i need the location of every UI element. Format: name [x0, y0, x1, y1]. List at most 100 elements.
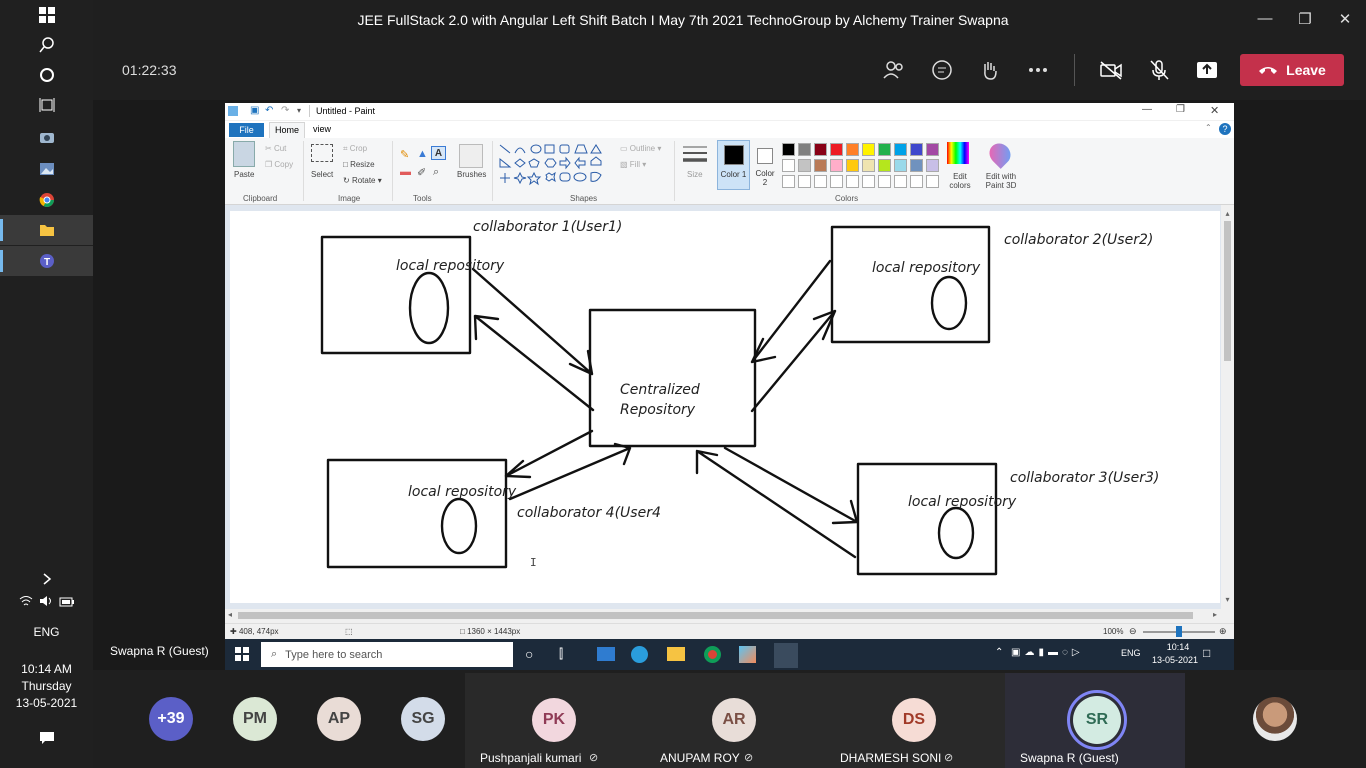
close-icon[interactable]: ✕: [1330, 10, 1360, 30]
overflow-participants-button[interactable]: +39: [149, 697, 193, 741]
undo-icon[interactable]: ↶: [265, 105, 273, 116]
palette-swatch[interactable]: [814, 143, 827, 156]
chrome-icon[interactable]: [0, 185, 93, 215]
palette-swatch[interactable]: [846, 143, 859, 156]
vertical-scroll-thumb[interactable]: [1224, 221, 1231, 361]
cut-button[interactable]: ✂ Cut: [265, 144, 286, 153]
cortana-icon[interactable]: [0, 60, 93, 90]
palette-swatch-empty[interactable]: [862, 175, 875, 188]
palette-swatch-empty[interactable]: [926, 175, 939, 188]
tab-view[interactable]: view: [313, 124, 331, 134]
minimize-icon[interactable]: —: [1250, 10, 1280, 30]
palette-swatch[interactable]: [798, 143, 811, 156]
remote-paint-icon[interactable]: [774, 643, 798, 668]
teams-icon[interactable]: T: [0, 246, 93, 276]
palette-swatch[interactable]: [894, 159, 907, 172]
language-indicator[interactable]: ENG: [0, 624, 93, 641]
palette-swatch[interactable]: [814, 159, 827, 172]
task-view-icon[interactable]: [0, 90, 93, 120]
share-icon[interactable]: [1193, 58, 1221, 82]
color-picker-icon[interactable]: ✐: [417, 166, 426, 179]
paint-close-icon[interactable]: ✕: [1210, 104, 1219, 117]
battery-icon[interactable]: [59, 594, 75, 612]
remote-tray-icons[interactable]: ▣☁▮▬◌▷: [1011, 647, 1084, 658]
participant-tile-pk[interactable]: PK Pushpanjali kumari ⊘: [465, 673, 645, 768]
redo-icon[interactable]: ↷: [281, 105, 289, 116]
palette-swatch-empty[interactable]: [798, 175, 811, 188]
photos-app-icon[interactable]: [0, 154, 93, 184]
leave-button[interactable]: Leave: [1240, 54, 1344, 86]
participant-tile-sr[interactable]: SR Swapna R (Guest): [1005, 673, 1185, 768]
edit-colors-icon[interactable]: [947, 142, 969, 164]
select-button[interactable]: Select: [311, 170, 333, 179]
remote-chrome-icon[interactable]: [704, 646, 721, 663]
file-explorer-icon[interactable]: [0, 215, 93, 245]
remote-tray-chevron-icon[interactable]: ⌃: [995, 647, 1003, 658]
more-icon[interactable]: [1024, 58, 1052, 82]
remote-cortana-icon[interactable]: ○: [525, 646, 533, 662]
pencil-icon[interactable]: ✎: [400, 148, 409, 161]
tab-file[interactable]: File: [229, 123, 264, 137]
palette-swatch[interactable]: [846, 159, 859, 172]
quick-access-dropdown-icon[interactable]: ▾: [297, 106, 301, 115]
brushes-button[interactable]: Brushes: [457, 170, 486, 179]
palette-swatch[interactable]: [926, 143, 939, 156]
camera-off-icon[interactable]: [1097, 58, 1125, 82]
palette-swatch-empty[interactable]: [878, 175, 891, 188]
text-tool-icon[interactable]: A: [431, 146, 446, 160]
zoom-out-icon[interactable]: ⊖: [1129, 626, 1137, 637]
remote-language[interactable]: ENG: [1121, 648, 1141, 658]
paint-minimize-icon[interactable]: —: [1142, 104, 1152, 115]
windows-start-icon[interactable]: [0, 0, 93, 30]
shapes-gallery[interactable]: [498, 143, 608, 187]
palette-swatch[interactable]: [894, 143, 907, 156]
palette-swatch[interactable]: [910, 159, 923, 172]
remote-task-view-icon[interactable]: ⫿: [559, 646, 563, 662]
zoom-in-icon[interactable]: ⊕: [1219, 626, 1227, 637]
remote-notifications-icon[interactable]: □: [1203, 646, 1210, 660]
palette-swatch-empty[interactable]: [910, 175, 923, 188]
remote-edge-icon[interactable]: [631, 646, 648, 663]
select-icon[interactable]: [311, 144, 333, 162]
copy-button[interactable]: ❐ Copy: [265, 160, 293, 169]
remote-paint3d-icon[interactable]: [739, 646, 756, 663]
palette-swatch[interactable]: [926, 159, 939, 172]
participant-avatar-ap[interactable]: AP: [317, 697, 361, 741]
tab-home[interactable]: Home: [269, 122, 305, 138]
chat-icon[interactable]: [928, 58, 956, 82]
fill-bucket-icon[interactable]: ▲: [417, 148, 428, 160]
palette-swatch-empty[interactable]: [814, 175, 827, 188]
edit-colors-button[interactable]: Edit colors: [945, 172, 975, 190]
scroll-left-icon[interactable]: ◂: [228, 610, 232, 619]
help-icon[interactable]: ?: [1219, 123, 1231, 135]
system-tray[interactable]: [0, 588, 93, 618]
eraser-icon[interactable]: ▬: [400, 166, 411, 178]
outline-dropdown[interactable]: ▭ Outline ▾: [620, 144, 661, 153]
zoom-slider-thumb[interactable]: [1176, 626, 1182, 637]
search-icon[interactable]: [0, 30, 93, 60]
participant-tile-ds[interactable]: DS DHARMESH SONI ⊘: [825, 673, 1005, 768]
remote-clock-time[interactable]: 10:14: [1160, 642, 1196, 652]
palette-swatch[interactable]: [782, 159, 795, 172]
volume-icon[interactable]: [39, 594, 53, 612]
raise-hand-icon[interactable]: [976, 58, 1004, 82]
brushes-icon[interactable]: [459, 144, 483, 168]
remote-start-icon[interactable]: [235, 647, 249, 664]
vertical-scrollbar[interactable]: ▴ ▾: [1221, 205, 1234, 609]
color-palette[interactable]: [782, 143, 942, 193]
color2-button[interactable]: Color 2: [753, 140, 779, 190]
camera-app-icon[interactable]: [0, 122, 93, 152]
rotate-button[interactable]: ↻ Rotate ▾: [343, 176, 382, 185]
remote-mail-icon[interactable]: [597, 647, 615, 661]
remote-clock-date[interactable]: 13-05-2021: [1152, 655, 1198, 665]
palette-swatch[interactable]: [830, 143, 843, 156]
notifications-icon[interactable]: [0, 723, 93, 753]
palette-swatch-empty[interactable]: [830, 175, 843, 188]
magnifier-icon[interactable]: ⌕: [433, 166, 439, 179]
wifi-icon[interactable]: [19, 594, 33, 612]
paint3d-icon[interactable]: [985, 139, 1015, 169]
horizontal-scroll-thumb[interactable]: [238, 612, 1193, 619]
drawing-canvas[interactable]: local repository local repository local …: [230, 211, 1220, 603]
palette-swatch[interactable]: [830, 159, 843, 172]
scroll-down-icon[interactable]: ▾: [1221, 595, 1234, 604]
